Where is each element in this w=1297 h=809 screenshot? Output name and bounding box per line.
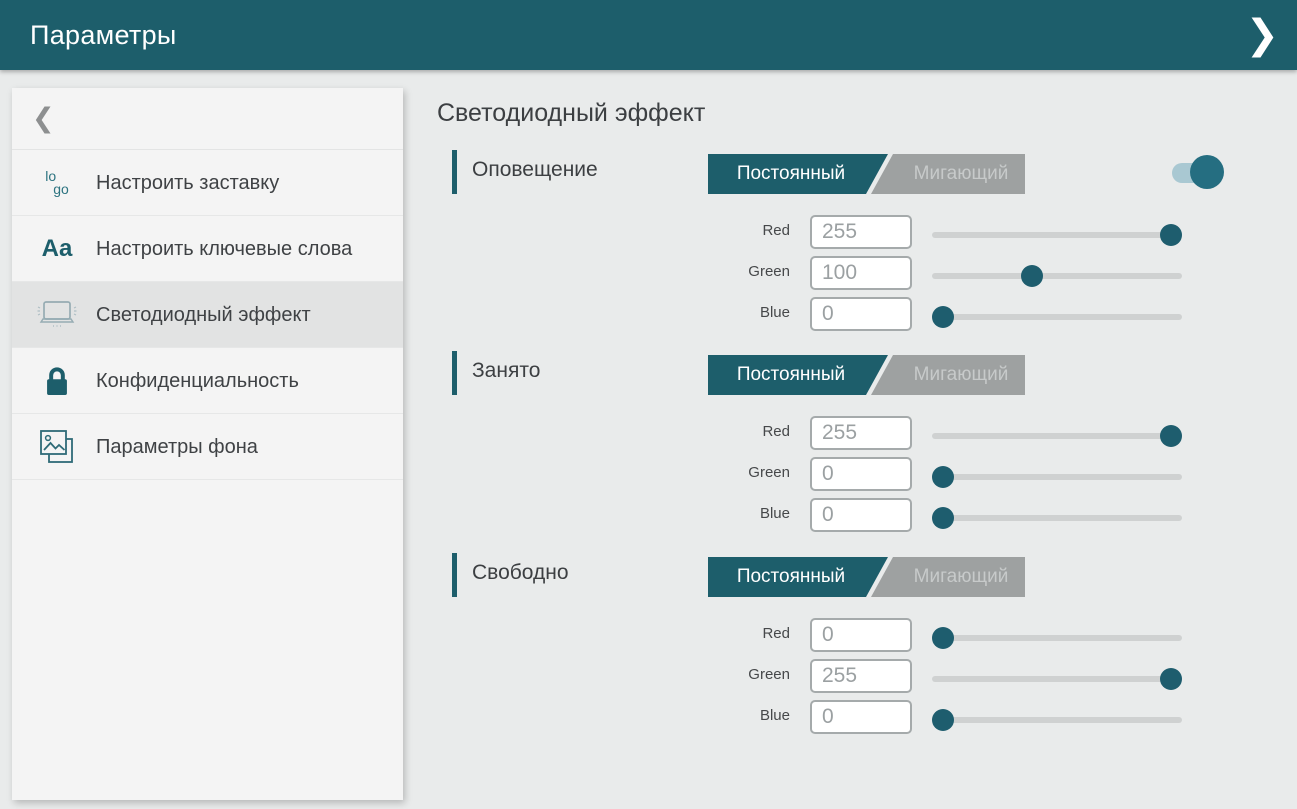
section-notification-title: Оповещение — [472, 158, 598, 182]
mode-option-blinking[interactable]: Мигающий — [871, 557, 1025, 597]
slider-thumb[interactable] — [932, 627, 954, 649]
mode-option-constant[interactable]: Постоянный — [708, 557, 888, 597]
busy-red-input[interactable] — [810, 416, 912, 450]
busy-red-slider[interactable] — [932, 433, 1182, 439]
back-button[interactable]: ❮ — [12, 88, 403, 150]
section-free-title: Свободно — [472, 561, 569, 585]
sidebar-item-screensaver[interactable]: lo go Настроить заставку — [12, 150, 403, 216]
free-red-input[interactable] — [810, 618, 912, 652]
notification-blue-slider[interactable] — [932, 314, 1182, 320]
slider-thumb[interactable] — [1160, 425, 1182, 447]
busy-blue-input[interactable] — [810, 498, 912, 532]
slider-thumb[interactable] — [1021, 265, 1043, 287]
section-busy-accent-bar — [452, 351, 457, 395]
sidebar: ❮ lo go Настроить заставку Aa Настроить … — [12, 88, 403, 800]
header-bar: Параметры ❯ — [0, 0, 1297, 70]
busy-green-slider[interactable] — [932, 474, 1182, 480]
mode-option-blinking[interactable]: Мигающий — [871, 355, 1025, 395]
keywords-icon: Aa — [34, 235, 80, 263]
slider-thumb[interactable] — [1160, 668, 1182, 690]
lock-icon — [34, 365, 80, 397]
sidebar-item-label: Светодиодный эффект — [96, 302, 311, 328]
red-label: Red — [640, 423, 790, 440]
page-title: Параметры — [30, 20, 177, 51]
green-label: Green — [640, 666, 790, 683]
blue-label: Blue — [640, 707, 790, 724]
blue-label: Blue — [640, 304, 790, 321]
section-free-mode-segment: Постоянный Мигающий — [708, 557, 1025, 597]
background-images-icon — [34, 428, 80, 466]
led-monitor-icon — [34, 299, 80, 331]
slider-thumb[interactable] — [1160, 224, 1182, 246]
busy-blue-slider[interactable] — [932, 515, 1182, 521]
section-notification-enable-switch[interactable] — [1172, 155, 1224, 189]
sidebar-item-label: Параметры фона — [96, 434, 258, 460]
green-label: Green — [640, 464, 790, 481]
slider-thumb[interactable] — [932, 466, 954, 488]
mode-option-constant[interactable]: Постоянный — [708, 154, 888, 194]
free-green-slider[interactable] — [932, 676, 1182, 682]
settings-screen: Параметры ❯ ❮ lo go Настроить заставку A… — [0, 0, 1297, 809]
section-notification-mode-segment: Постоянный Мигающий — [708, 154, 1025, 194]
busy-green-input[interactable] — [810, 457, 912, 491]
sidebar-item-label: Настроить ключевые слова — [96, 236, 352, 262]
section-free-accent-bar — [452, 553, 457, 597]
notification-red-slider[interactable] — [932, 232, 1182, 238]
red-label: Red — [640, 625, 790, 642]
logo-icon: lo go — [34, 170, 80, 196]
sidebar-item-background[interactable]: Параметры фона — [12, 414, 403, 480]
content-title: Светодиодный эффект — [437, 99, 705, 128]
notification-green-input[interactable] — [810, 256, 912, 290]
sidebar-item-privacy[interactable]: Конфиденциальность — [12, 348, 403, 414]
slider-thumb[interactable] — [932, 306, 954, 328]
blue-label: Blue — [640, 505, 790, 522]
sidebar-item-label: Настроить заставку — [96, 170, 279, 196]
red-label: Red — [640, 222, 790, 239]
section-notification-accent-bar — [452, 150, 457, 194]
free-blue-input[interactable] — [810, 700, 912, 734]
free-green-input[interactable] — [810, 659, 912, 693]
sidebar-item-label: Конфиденциальность — [96, 368, 299, 394]
forward-chevron-icon[interactable]: ❯ — [1245, 15, 1279, 55]
notification-green-slider[interactable] — [932, 273, 1182, 279]
logo-icon-text-bottom: go — [53, 181, 69, 197]
sidebar-item-keywords[interactable]: Aa Настроить ключевые слова — [12, 216, 403, 282]
section-busy-title: Занято — [472, 359, 540, 383]
mode-option-constant[interactable]: Постоянный — [708, 355, 888, 395]
notification-red-input[interactable] — [810, 215, 912, 249]
switch-knob — [1190, 155, 1224, 189]
free-red-slider[interactable] — [932, 635, 1182, 641]
mode-option-blinking[interactable]: Мигающий — [871, 154, 1025, 194]
notification-blue-input[interactable] — [810, 297, 912, 331]
slider-thumb[interactable] — [932, 507, 954, 529]
sidebar-item-led-effect[interactable]: Светодиодный эффект — [12, 282, 403, 348]
free-blue-slider[interactable] — [932, 717, 1182, 723]
keywords-icon-text: Aa — [42, 235, 73, 263]
back-chevron-icon: ❮ — [32, 103, 55, 134]
slider-thumb[interactable] — [932, 709, 954, 731]
green-label: Green — [640, 263, 790, 280]
section-busy-mode-segment: Постоянный Мигающий — [708, 355, 1025, 395]
